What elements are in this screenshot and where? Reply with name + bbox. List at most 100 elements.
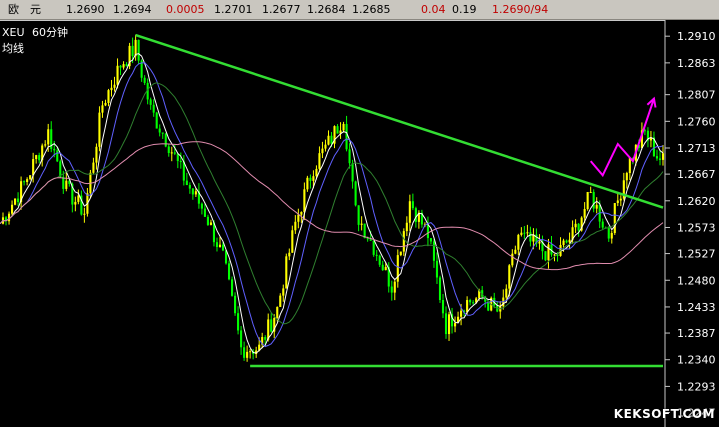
candle-body xyxy=(143,77,146,83)
candle-body xyxy=(282,288,285,296)
candle-body xyxy=(523,232,526,234)
candle-body xyxy=(655,156,659,159)
candle-body xyxy=(414,208,417,222)
candle-body xyxy=(7,213,11,222)
candle-body xyxy=(661,153,665,160)
candle-body xyxy=(29,175,32,180)
candle-body xyxy=(586,191,589,210)
candle-body xyxy=(74,201,77,205)
price-tick-label: 1.2480 xyxy=(677,274,716,287)
quote-high: 1.2694 xyxy=(113,3,152,16)
candle-body xyxy=(17,198,20,203)
candle-body xyxy=(137,39,140,61)
candle-body xyxy=(161,132,164,134)
candle-body xyxy=(288,252,291,257)
candle-body xyxy=(460,310,463,317)
candle-body xyxy=(405,222,408,232)
candle-body xyxy=(243,347,246,358)
candle-body xyxy=(47,129,50,145)
price-tick-label: 1.2433 xyxy=(677,301,716,314)
candle-body xyxy=(191,188,194,195)
candle-body xyxy=(113,84,116,88)
candle-body xyxy=(221,244,225,251)
candle-body xyxy=(294,221,297,231)
candle-body xyxy=(104,102,107,106)
price-chart: 1.2910 1.2863 1.2807 1.2760 1.2713 1.2667 1.26… xyxy=(0,20,719,427)
candle-body xyxy=(411,201,414,209)
candle-body xyxy=(164,133,167,147)
candle-body xyxy=(149,99,152,105)
quote-bar: 欧 元 1.2690 1.2694 0.0005 1.2701 1.2677 1… xyxy=(0,0,719,20)
candle-body xyxy=(327,135,330,145)
candle-body xyxy=(613,203,616,234)
candle-body xyxy=(230,279,234,296)
quote-close-2: 1.2684 xyxy=(307,3,346,16)
candle-body xyxy=(303,189,306,213)
candle-body xyxy=(538,241,541,244)
candle-body xyxy=(77,195,80,202)
price-tick-label: 1.2910 xyxy=(677,30,716,43)
candle-body xyxy=(315,168,318,177)
candle-body xyxy=(601,221,604,228)
candle-body xyxy=(32,159,35,176)
candle-body xyxy=(185,180,188,185)
candle-body xyxy=(607,227,610,239)
candle-body xyxy=(276,306,279,319)
candle-body xyxy=(237,313,240,331)
candle-body xyxy=(291,230,294,253)
price-tick-label: 1.2340 xyxy=(677,354,716,367)
candle-body xyxy=(520,232,523,235)
candle-body xyxy=(101,105,104,113)
candle-body xyxy=(167,146,170,154)
candle-body xyxy=(568,239,571,243)
quote-close-1: 1.2677 xyxy=(262,3,301,16)
candle-body xyxy=(107,90,110,103)
candle-body xyxy=(429,238,433,242)
candle-body xyxy=(215,242,219,247)
candle-body xyxy=(122,64,125,68)
candle-body xyxy=(65,180,68,189)
candle-body xyxy=(408,201,411,223)
candle-body xyxy=(131,45,134,57)
candle-body xyxy=(203,208,206,217)
candle-body xyxy=(351,163,354,182)
candle-body xyxy=(264,337,267,340)
candle-body xyxy=(119,65,122,68)
candle-body xyxy=(83,213,86,215)
candle-body xyxy=(300,212,303,215)
candle-body xyxy=(505,288,508,298)
candle-body xyxy=(426,224,429,239)
price-tick-label: 1.2713 xyxy=(677,142,716,155)
candle-body xyxy=(297,214,300,222)
indicator-label: 均线 xyxy=(2,41,24,55)
candle-body xyxy=(616,200,619,204)
candle-body xyxy=(390,286,393,293)
candle-body xyxy=(472,302,475,304)
candle-body xyxy=(330,135,333,144)
candle-body xyxy=(517,234,520,250)
price-tick-label: 1.2620 xyxy=(677,195,716,208)
candle-body xyxy=(270,319,273,332)
candle-body xyxy=(179,160,182,162)
candle-body xyxy=(155,112,158,129)
quote-change: 0.0005 xyxy=(166,3,205,16)
symbol-label: XEU xyxy=(2,26,25,39)
candle-body xyxy=(26,179,29,182)
candle-body xyxy=(62,176,65,189)
candle-body xyxy=(363,223,366,239)
candle-body xyxy=(110,87,113,91)
candle-body xyxy=(240,330,243,348)
candle-body xyxy=(432,241,436,261)
candle-body xyxy=(234,295,237,314)
price-tick-label: 1.2573 xyxy=(677,221,716,234)
price-tick-label: 1.2387 xyxy=(677,327,716,340)
quote-close-3: 1.2685 xyxy=(352,3,391,16)
candle-body xyxy=(402,231,405,252)
candle-body xyxy=(249,351,252,353)
candle-body xyxy=(206,216,209,225)
candle-body xyxy=(658,158,662,160)
candle-body xyxy=(393,281,396,293)
candle-body xyxy=(227,263,231,280)
candle-body xyxy=(279,295,282,307)
quote-last: 1.2690/94 xyxy=(492,3,549,16)
